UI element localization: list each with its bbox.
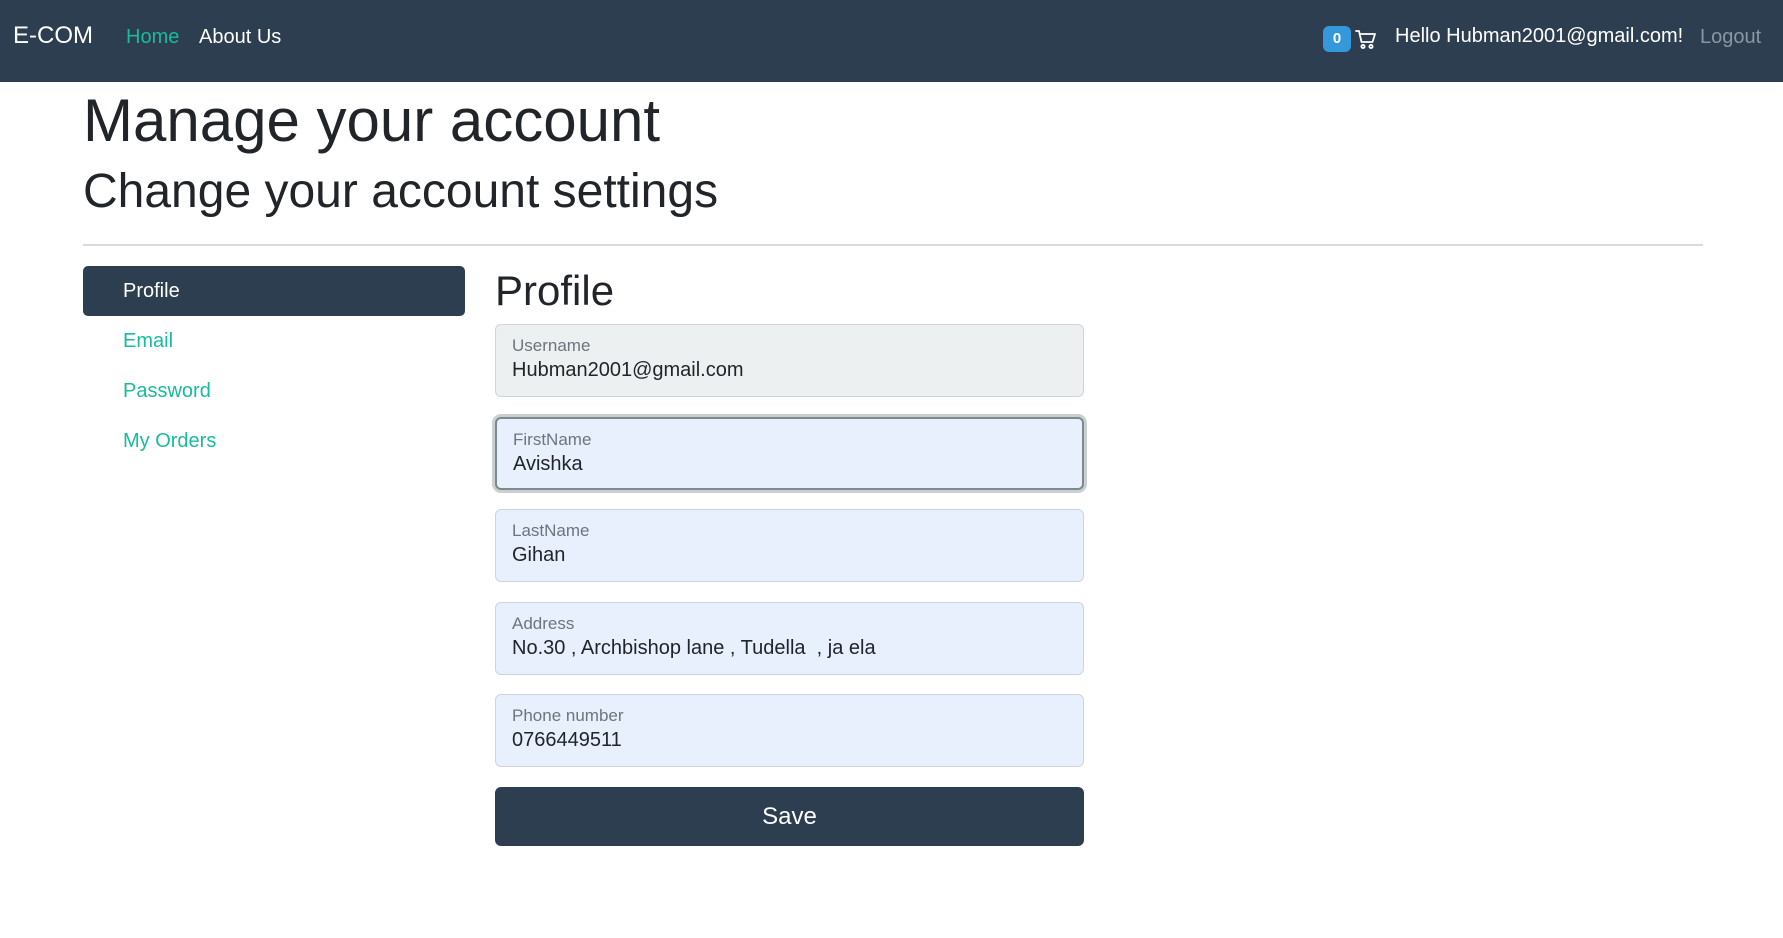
header-divider [83, 244, 1703, 246]
form-title: Profile [495, 267, 615, 314]
sidebar-item-profile[interactable]: Profile [83, 266, 465, 316]
phone-input[interactable] [512, 729, 1067, 752]
firstname-input[interactable] [513, 453, 1066, 476]
sidebar-item-password[interactable]: Password [83, 366, 465, 416]
nav-home-link[interactable]: Home [126, 26, 179, 49]
firstname-field[interactable]: FirstName [495, 417, 1084, 490]
page-title: Manage your account [83, 87, 661, 154]
username-input [512, 359, 1067, 382]
address-field[interactable]: Address [495, 602, 1084, 675]
cart-icon [1355, 28, 1377, 50]
top-navbar: E-COM Home About Us 0 Hello Hubman2001@g… [0, 0, 1783, 82]
save-button[interactable]: Save [495, 787, 1084, 846]
nav-about-link[interactable]: About Us [199, 26, 281, 49]
logout-button[interactable]: Logout [1700, 26, 1761, 49]
sidebar-item-my-orders[interactable]: My Orders [83, 416, 465, 466]
page-subtitle: Change your account settings [83, 165, 719, 218]
address-input[interactable] [512, 637, 1067, 660]
username-label: Username [512, 336, 591, 355]
lastname-input[interactable] [512, 544, 1067, 567]
username-field: Username [495, 324, 1084, 397]
sidebar-item-email[interactable]: Email [83, 316, 465, 366]
user-greeting-link[interactable]: Hello Hubman2001@gmail.com! [1395, 25, 1683, 48]
address-label: Address [512, 614, 575, 633]
phone-field[interactable]: Phone number [495, 694, 1084, 767]
firstname-label: FirstName [513, 430, 592, 449]
lastname-label: LastName [512, 521, 590, 540]
lastname-field[interactable]: LastName [495, 509, 1084, 582]
cart-count-badge: 0 [1323, 26, 1351, 52]
brand-logo[interactable]: E-COM [13, 22, 93, 50]
phone-label: Phone number [512, 706, 624, 725]
cart-button[interactable]: 0 [1323, 26, 1377, 52]
